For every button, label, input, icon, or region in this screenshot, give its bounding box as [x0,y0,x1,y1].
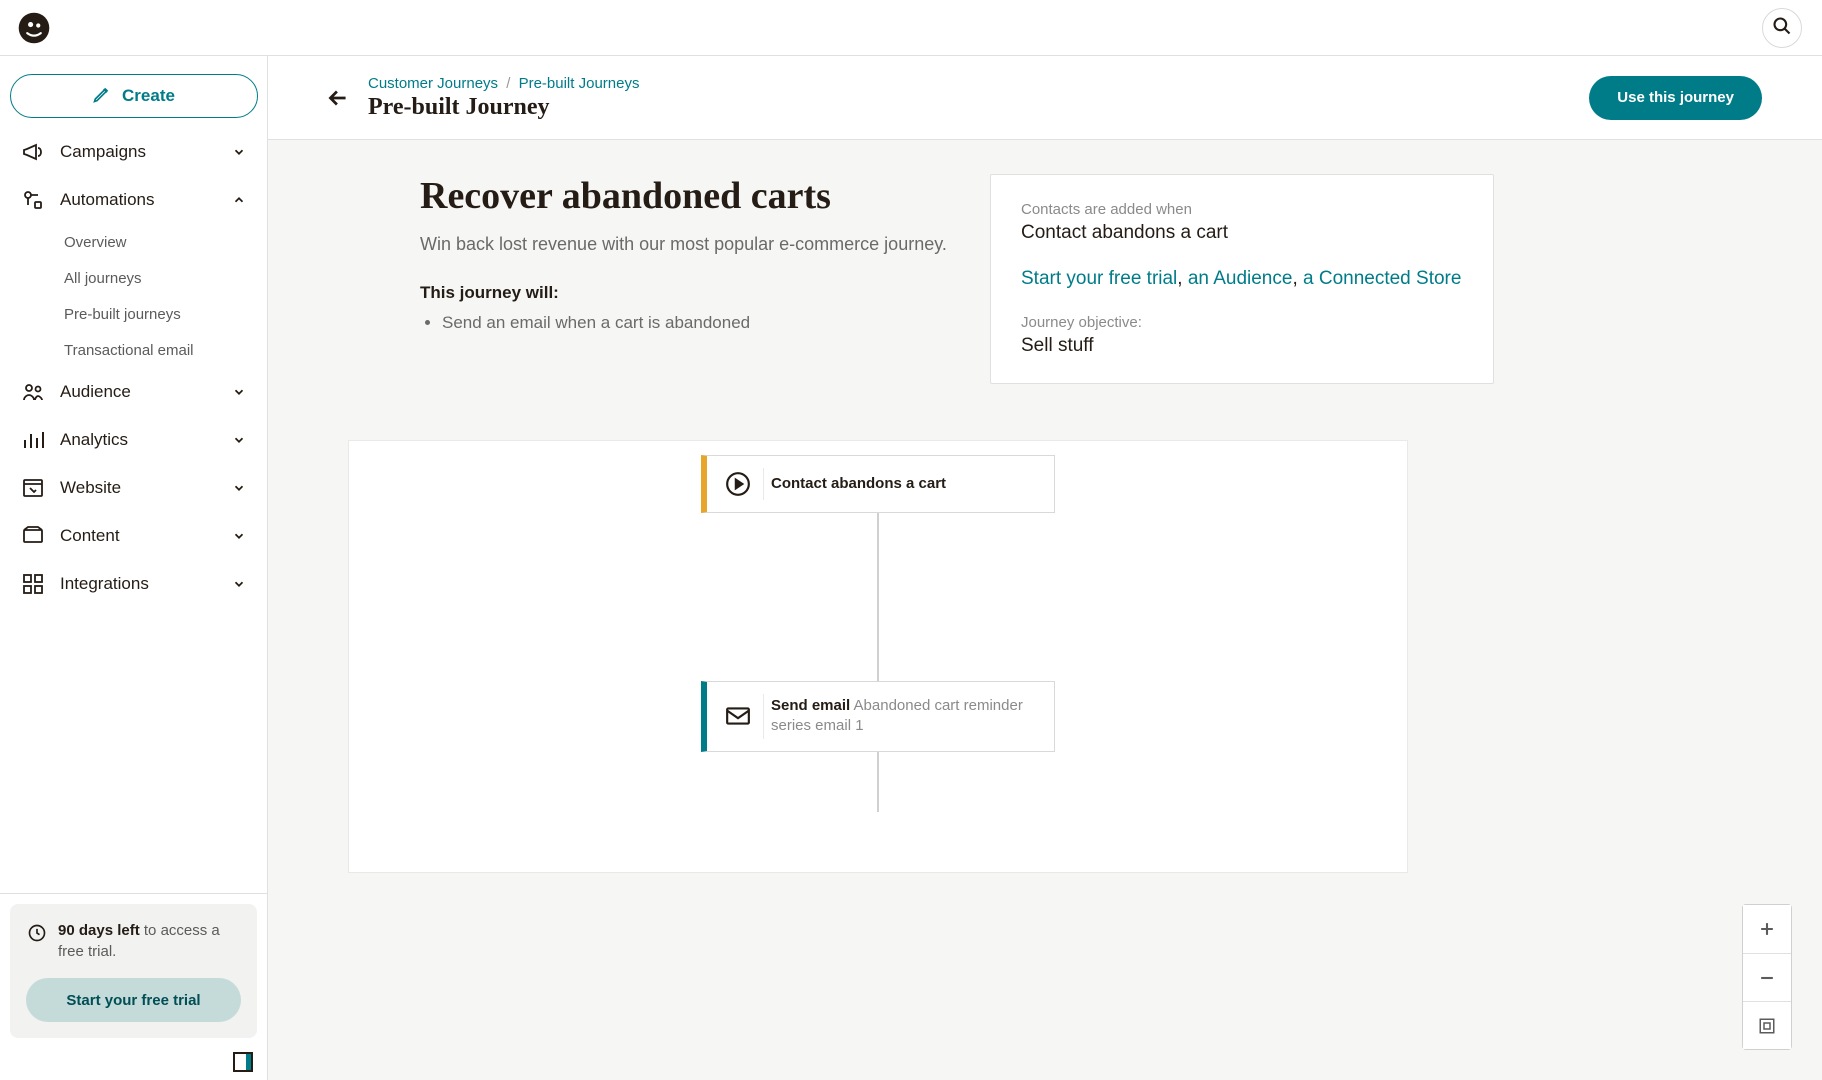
journey-start-node[interactable]: Contact abandons a cart [701,455,1055,513]
subnav-transactional-email[interactable]: Transactional email [64,332,261,368]
nav-label: Website [60,478,231,498]
requirement-links: Start your free trial, an Audience, a Co… [1021,268,1463,290]
journey-action-node[interactable]: Send email Abandoned cart reminder serie… [701,681,1055,752]
nav-label: Analytics [60,430,231,450]
breadcrumb-customer-journeys[interactable]: Customer Journeys [368,75,498,92]
trial-text: 90 days left to access a free trial. [58,920,241,962]
collapse-sidebar-icon[interactable] [233,1052,253,1072]
megaphone-icon [20,139,46,165]
start-node-label: Contact abandons a cart [771,475,946,492]
action-node-prefix: Send email [771,697,850,714]
chevron-down-icon [231,528,247,544]
nav-campaigns[interactable]: Campaigns [6,128,261,176]
breadcrumb: Customer Journeys / Pre-built Journeys [368,75,639,92]
contacts-added-label: Contacts are added when [1021,201,1463,218]
nav-label: Automations [60,190,231,210]
chevron-down-icon [231,144,247,160]
nav-website[interactable]: Website [6,464,261,512]
zoom-out-button[interactable] [1743,953,1791,1001]
create-button[interactable]: Create [10,74,258,118]
journey-bullet: Send an email when a cart is abandoned [442,313,960,333]
chevron-up-icon [231,192,247,208]
chevron-down-icon [231,384,247,400]
contacts-added-value: Contact abandons a cart [1021,222,1463,244]
subnav-all-journeys[interactable]: All journeys [64,260,261,296]
link-connected-store[interactable]: a Connected Store [1303,268,1461,289]
page-title: Pre-built Journey [368,94,639,121]
pencil-icon [92,84,112,109]
integrations-icon [20,571,46,597]
nav-content[interactable]: Content [6,512,261,560]
nav-audience[interactable]: Audience [6,368,261,416]
connector-line [877,513,879,681]
audience-icon [20,379,46,405]
journey-description: Win back lost revenue with our most popu… [420,232,960,257]
chevron-down-icon [231,480,247,496]
start-trial-button[interactable]: Start your free trial [26,978,241,1022]
breadcrumb-prebuilt-journeys[interactable]: Pre-built Journeys [519,75,640,92]
nav-analytics[interactable]: Analytics [6,416,261,464]
sidebar: Create Campaigns Automations Overview [0,56,268,1080]
nav-label: Integrations [60,574,231,594]
journey-subtitle: This journey will: [420,283,960,303]
trial-card: 90 days left to access a free trial. Sta… [10,904,257,1038]
play-circle-icon [723,469,753,499]
nav-automations[interactable]: Automations [6,176,261,224]
objective-label: Journey objective: [1021,314,1463,331]
back-button[interactable] [324,84,352,112]
journey-info-panel: Contacts are added when Contact abandons… [990,174,1494,384]
link-audience[interactable]: an Audience [1188,268,1293,289]
brand-logo[interactable] [16,10,52,46]
chevron-down-icon [231,432,247,448]
website-icon [20,475,46,501]
page-header: Customer Journeys / Pre-built Journeys P… [268,56,1822,140]
automation-icon [20,187,46,213]
nav-label: Audience [60,382,231,402]
subnav-overview[interactable]: Overview [64,224,261,260]
nav-label: Campaigns [60,142,231,162]
create-label: Create [122,86,175,106]
link-start-trial[interactable]: Start your free trial [1021,268,1177,289]
journey-canvas: Contact abandons a cart Send email Aband… [348,440,1408,873]
journey-title: Recover abandoned carts [420,174,960,218]
envelope-icon [723,701,753,731]
objective-value: Sell stuff [1021,335,1463,357]
nav-label: Content [60,526,231,546]
use-journey-button[interactable]: Use this journey [1589,76,1762,120]
content-icon [20,523,46,549]
zoom-in-button[interactable] [1743,905,1791,953]
analytics-icon [20,427,46,453]
nav-integrations[interactable]: Integrations [6,560,261,608]
clock-icon [26,922,48,944]
subnav-prebuilt-journeys[interactable]: Pre-built journeys [64,296,261,332]
chevron-down-icon [231,576,247,592]
connector-line [877,752,879,812]
zoom-controls [1742,904,1792,1050]
search-icon [1772,16,1792,39]
search-button[interactable] [1762,8,1802,48]
fit-screen-button[interactable] [1743,1001,1791,1049]
